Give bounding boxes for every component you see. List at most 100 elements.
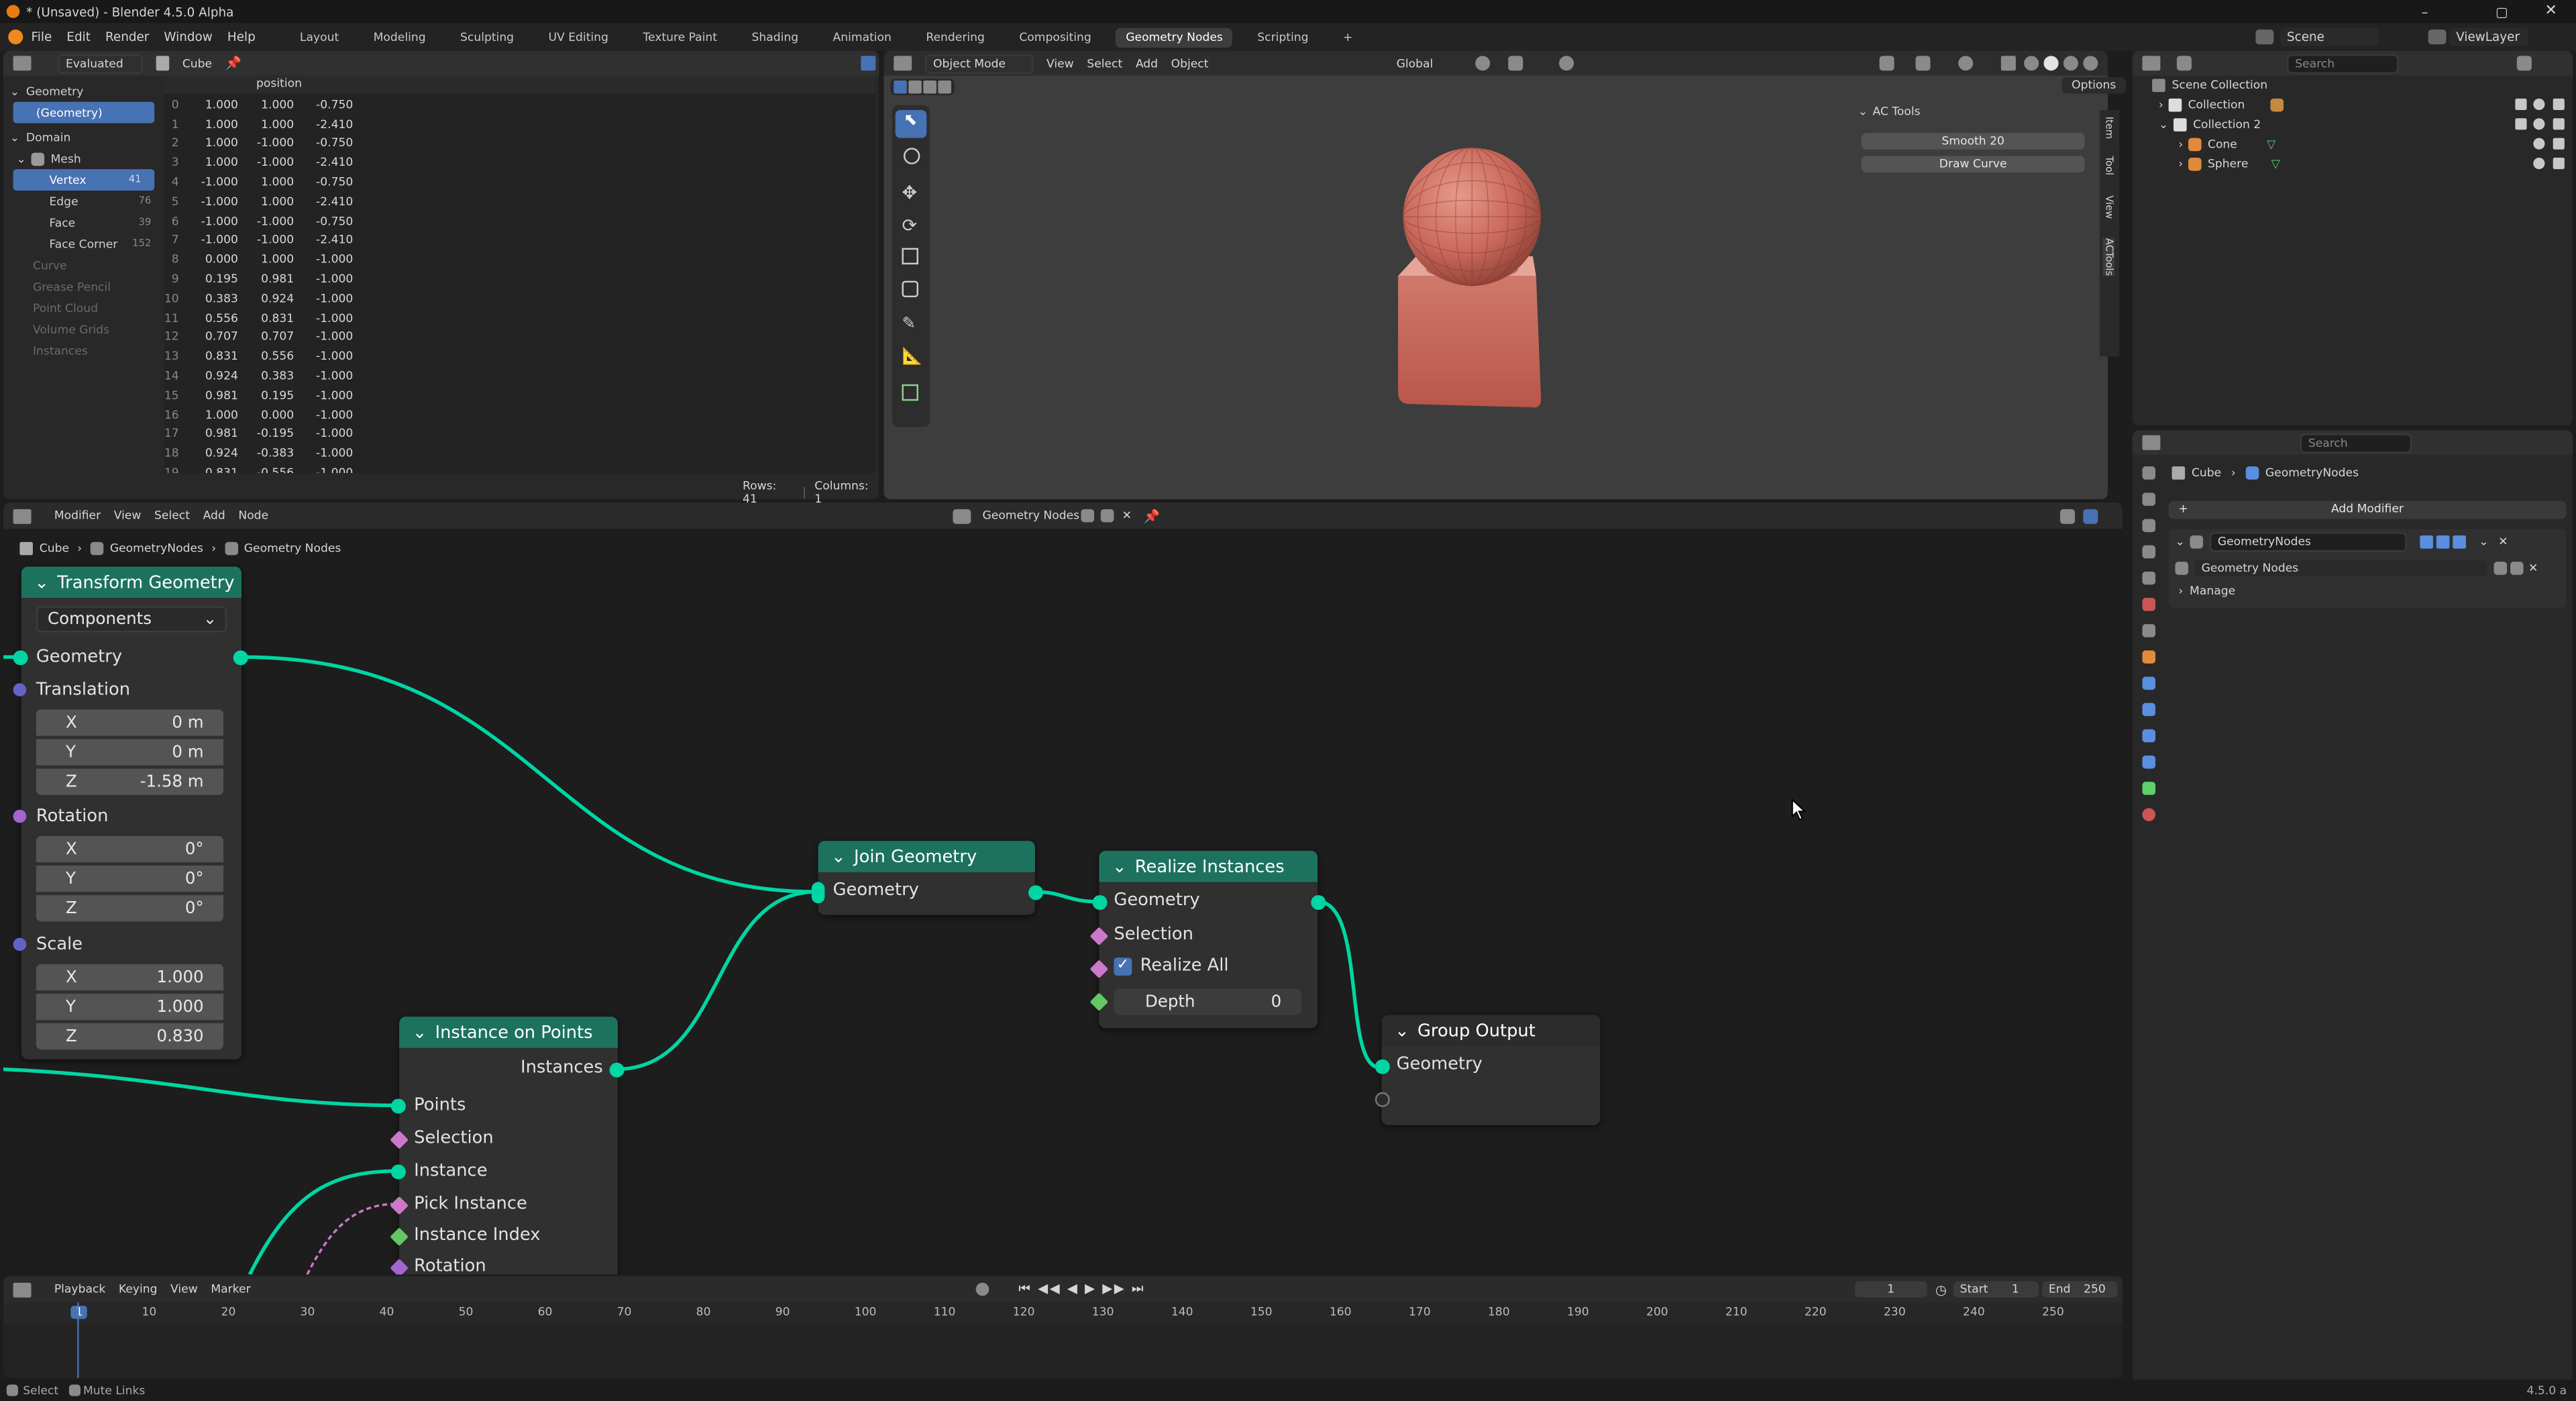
- vertex-domain[interactable]: Vertex 41: [13, 169, 155, 191]
- 3d-viewport[interactable]: Object Mode View Select Add Object Globa…: [883, 50, 2127, 500]
- ac-tools-header[interactable]: ⌄ AC Tools: [1858, 105, 2088, 119]
- measure-tool-icon[interactable]: 📐: [902, 348, 922, 366]
- rotation-y-field[interactable]: Y 0°: [36, 866, 224, 892]
- geometry-output-socket[interactable]: [1311, 895, 1326, 911]
- select-box-tool[interactable]: ⬉: [895, 110, 927, 138]
- visibility-icon[interactable]: [1879, 56, 1894, 71]
- editor-type-icon[interactable]: [13, 1282, 32, 1297]
- solid-shading-icon[interactable]: [2043, 56, 2059, 71]
- sidebar-tab-item[interactable]: Item: [2103, 117, 2114, 139]
- minimize-button[interactable]: –: [2422, 4, 2428, 19]
- view-layer-icon[interactable]: [2428, 30, 2447, 45]
- instance-on-points-node[interactable]: ⌄ Instance on Points Instances Points Sel…: [390, 1017, 625, 1275]
- menu-render[interactable]: Render: [105, 30, 149, 44]
- annotate-tool-icon[interactable]: ✎: [902, 315, 916, 333]
- tab-layout[interactable]: Layout: [290, 27, 349, 46]
- modifier-tab-icon[interactable]: [2142, 676, 2156, 690]
- snap-icon[interactable]: [1508, 56, 1523, 71]
- timeline-menu-playback[interactable]: Playback: [54, 1283, 105, 1296]
- view-layer-selector[interactable]: ViewLayer: [2449, 28, 2528, 46]
- rotate-tool-icon[interactable]: ⟳: [902, 215, 917, 237]
- geometry-output-socket[interactable]: [1028, 885, 1044, 900]
- overlay-icon[interactable]: [1958, 56, 1974, 71]
- viewport-menu-object[interactable]: Object: [1171, 56, 1209, 70]
- world-tab-icon[interactable]: [2142, 598, 2156, 611]
- node-header[interactable]: ⌄ Realize Instances: [1099, 850, 1318, 882]
- menu-file[interactable]: File: [32, 30, 52, 44]
- transform-orientation-dropdown[interactable]: Global: [1390, 55, 1462, 71]
- mode-dropdown[interactable]: Components ⌄: [36, 606, 227, 633]
- output-tab-icon[interactable]: [2142, 519, 2156, 533]
- sphere-row[interactable]: › Sphere ▽: [2178, 154, 2280, 174]
- tab-compositing[interactable]: Compositing: [1010, 27, 1102, 46]
- rendered-shading-icon[interactable]: [2083, 56, 2098, 71]
- instances-domain[interactable]: Instances: [3, 340, 164, 362]
- maximize-button[interactable]: ▢: [2496, 4, 2508, 19]
- geometry-input-socket[interactable]: [1092, 895, 1108, 911]
- realize-instances-node[interactable]: ⌄ Realize Instances Geometry Selection ✓ …: [1089, 850, 1326, 1029]
- geometry-section[interactable]: ⌄ Geometry: [3, 81, 164, 102]
- face-corner-domain[interactable]: Face Corner 152: [3, 234, 164, 255]
- translation-socket[interactable]: [13, 683, 27, 696]
- editor-type-icon[interactable]: [894, 56, 912, 71]
- tab-scripting[interactable]: Scripting: [1248, 27, 1319, 46]
- draw-curve-button[interactable]: Draw Curve: [1861, 156, 2085, 173]
- display-mode-icon[interactable]: [2176, 56, 2192, 71]
- checkbox-icon[interactable]: [2515, 118, 2527, 130]
- options-dropdown[interactable]: Options: [2061, 77, 2127, 94]
- tab-modeling[interactable]: Modeling: [364, 27, 435, 46]
- join-geometry-node[interactable]: ⌄ Join Geometry Geometry: [811, 841, 1044, 915]
- tab-animation[interactable]: Animation: [823, 27, 902, 46]
- translation-z-field[interactable]: Z -1.58 m: [36, 768, 224, 795]
- grease-pencil-domain[interactable]: Grease Pencil: [3, 276, 164, 297]
- remove-modifier-icon[interactable]: ✕: [2498, 535, 2508, 549]
- constraints-tab-icon[interactable]: [2142, 756, 2156, 769]
- rotation-x-field[interactable]: X 0°: [36, 835, 224, 863]
- camera-icon[interactable]: [2553, 157, 2565, 170]
- eye-icon[interactable]: [2533, 98, 2545, 111]
- geometry-output-socket[interactable]: [233, 650, 248, 666]
- properties-search[interactable]: Search: [2300, 433, 2412, 453]
- rotation-socket[interactable]: [13, 809, 27, 823]
- eye-icon[interactable]: [2533, 138, 2545, 150]
- scale-socket[interactable]: [13, 937, 27, 951]
- transform-geometry-node[interactable]: ⌄ Transform Geometry Components ⌄ Geometry…: [13, 566, 248, 1059]
- viewport-menu-add[interactable]: Add: [1136, 56, 1158, 70]
- modifier-name-field[interactable]: GeometryNodes: [2209, 532, 2407, 552]
- tab-sculpting[interactable]: Sculpting: [450, 27, 523, 46]
- physics-tab-icon[interactable]: [2142, 729, 2156, 743]
- translation-x-field[interactable]: X0 m: [36, 709, 224, 736]
- render-toggle-icon[interactable]: [2453, 535, 2466, 549]
- group-output-node[interactable]: ⌄ Group Output Geometry: [1375, 1015, 1601, 1125]
- particles-tab-icon[interactable]: [2142, 703, 2156, 717]
- geometry-input-socket[interactable]: [1375, 1059, 1390, 1074]
- modifier-menu-icon[interactable]: ⌄: [2479, 535, 2488, 549]
- add-modifier-button[interactable]: + Add Modifier: [2168, 501, 2567, 519]
- gizmo-icon[interactable]: [1915, 56, 1931, 71]
- sidebar-tab-view[interactable]: View: [2103, 195, 2114, 219]
- geometry-input-socket[interactable]: [13, 650, 28, 666]
- empty-input-socket[interactable]: [1375, 1092, 1390, 1107]
- scene-selector[interactable]: Scene: [2280, 28, 2379, 46]
- menu-edit[interactable]: Edit: [66, 30, 91, 44]
- domain-section[interactable]: ⌄ Domain: [3, 126, 164, 148]
- scale-x-field[interactable]: X 1.000: [36, 964, 224, 991]
- node-header[interactable]: ⌄ Group Output: [1381, 1015, 1601, 1047]
- timeline-menu-keying[interactable]: Keying: [119, 1283, 158, 1296]
- editor-type-icon[interactable]: [2142, 56, 2161, 71]
- outliner-search[interactable]: Search: [2286, 53, 2399, 73]
- rotation-z-field[interactable]: Z 0°: [36, 895, 224, 922]
- add-cube-tool-icon[interactable]: [902, 384, 918, 401]
- eye-icon[interactable]: [2533, 157, 2545, 170]
- menu-help[interactable]: Help: [227, 30, 256, 44]
- playback-controls[interactable]: ⏮ ◀◀ ◀ ▶ ▶▶ ⏭: [1018, 1281, 1145, 1297]
- tab-uv-editing[interactable]: UV Editing: [539, 27, 619, 46]
- scale-tool-icon[interactable]: [902, 248, 918, 265]
- unlink-icon[interactable]: ✕: [2528, 562, 2538, 575]
- timeline-menu-view[interactable]: View: [170, 1283, 198, 1296]
- editor-type-icon[interactable]: [2142, 435, 2161, 450]
- realize-all-checkbox[interactable]: ✓ Realize All: [1114, 956, 1229, 976]
- timeline-menu-marker[interactable]: Marker: [211, 1283, 250, 1296]
- render-tab-icon[interactable]: [2142, 492, 2156, 506]
- tool-tab-icon[interactable]: [2142, 466, 2156, 480]
